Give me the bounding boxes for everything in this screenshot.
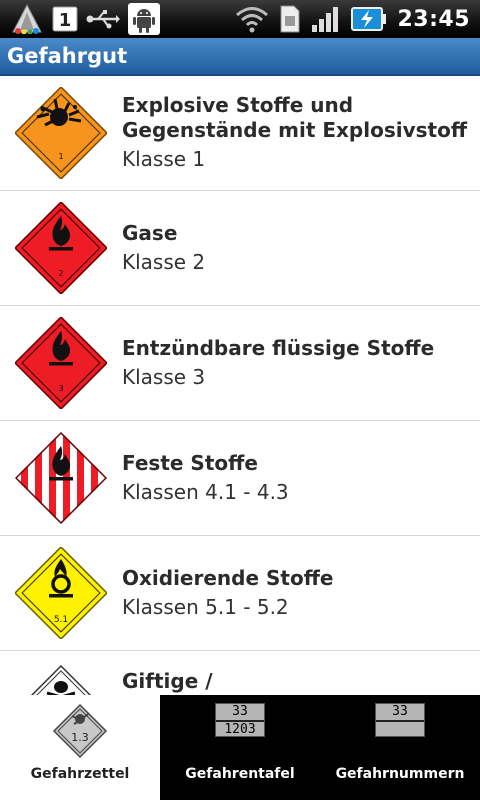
list-item-class-4[interactable]: Feste Stoffe Klassen 4.1 - 4.3	[0, 421, 480, 536]
number-plate-icon: 33	[375, 703, 425, 737]
app-title-bar: Gefahrgut	[0, 38, 480, 76]
list-item-class-5[interactable]: 5.1 Oxidierende Stoffe Klassen 5.1 - 5.2	[0, 536, 480, 651]
tab-gefahrnummern[interactable]: 33 Gefahrnummern	[320, 695, 480, 800]
tab-gefahrentafel[interactable]: 33 1203 Gefahrentafel	[160, 695, 320, 800]
svg-text:5.1: 5.1	[54, 615, 68, 625]
clock: 23:45	[397, 6, 470, 32]
orange-plate-icon: 33 1203	[215, 703, 265, 737]
svg-text:1.3: 1.3	[71, 731, 89, 744]
list-item-class-3[interactable]: 3 Entzündbare flüssige Stoffe Klasse 3	[0, 306, 480, 421]
item-subtitle: Klasse 2	[122, 249, 206, 274]
striped-flame-diamond-icon	[0, 421, 122, 536]
flame-diamond-icon: 2	[0, 191, 122, 306]
bottom-tab-bar: 1.3 Gefahrzettel 33 1203 Gefahrentafel 3…	[0, 695, 480, 800]
svg-text:1: 1	[59, 10, 72, 31]
flame-diamond-icon: 3	[0, 306, 122, 421]
svg-text:2: 2	[58, 269, 63, 278]
tab-gefahrzettel[interactable]: 1.3 Gefahrzettel	[0, 695, 160, 800]
skull-diamond-icon	[0, 651, 122, 695]
tab-label: Gefahrnummern	[335, 766, 465, 782]
status-bar: 1 23:45	[0, 0, 480, 38]
svg-text:3: 3	[58, 384, 63, 393]
explosive-diamond-icon: 1	[0, 76, 122, 191]
item-subtitle: Klasse 3	[122, 364, 206, 389]
item-subtitle: Klasse 1	[122, 147, 206, 171]
item-title: Oxidierende Stoffe	[122, 565, 334, 590]
android-debug-icon	[128, 3, 160, 35]
tab-label: Gefahrentafel	[185, 766, 295, 782]
signal-icon	[311, 5, 341, 33]
list-item-class-2[interactable]: 2 Gase Klasse 2	[0, 191, 480, 306]
app-launcher-icon	[10, 4, 44, 34]
item-subtitle: Klassen 5.1 - 5.2	[122, 594, 289, 619]
item-title: Entzündbare flüssige Stoffe	[122, 335, 435, 360]
tab-label: Gefahrzettel	[30, 766, 130, 782]
item-title: Gase	[122, 220, 178, 245]
item-title: Explosive Stoffe und Gegenstände mit Exp…	[122, 93, 468, 142]
label-diamond-icon: 1.3	[52, 703, 108, 759]
hazard-class-list: 1 Explosive Stoffe und Gegenstände mit E…	[0, 76, 480, 695]
svg-text:1: 1	[58, 152, 63, 161]
usb-icon	[86, 8, 120, 30]
list-item-class-1[interactable]: 1 Explosive Stoffe und Gegenstände mit E…	[0, 76, 480, 191]
battery-charging-icon	[351, 6, 387, 32]
wifi-icon	[235, 5, 269, 33]
notification-count-icon: 1	[52, 6, 78, 32]
item-title: Giftige / Ansteckungsgefährliche	[122, 669, 394, 695]
item-title: Feste Stoffe	[122, 450, 258, 475]
sim-icon	[279, 5, 301, 33]
oxidizer-diamond-icon: 5.1	[0, 536, 122, 651]
item-subtitle: Klassen 4.1 - 4.3	[122, 479, 289, 504]
app-title: Gefahrgut	[7, 44, 128, 68]
list-item-class-6[interactable]: Giftige / Ansteckungsgefährliche	[0, 651, 480, 695]
